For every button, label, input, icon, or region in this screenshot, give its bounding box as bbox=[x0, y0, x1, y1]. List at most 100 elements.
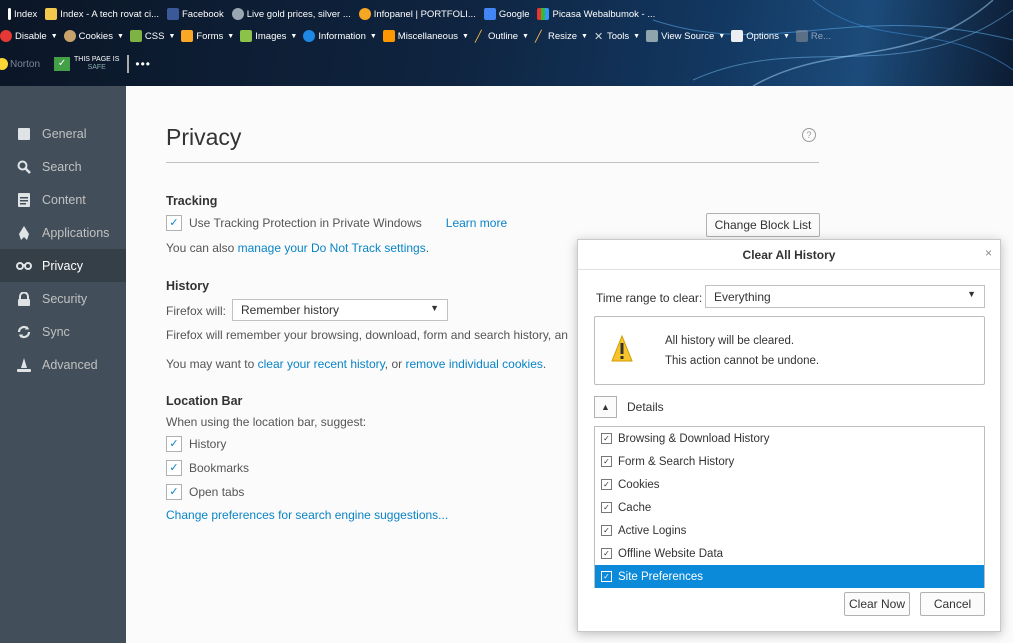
learn-more-link[interactable]: Learn more bbox=[446, 216, 507, 230]
browsing-history-checkbox[interactable]: ✓ bbox=[601, 433, 612, 444]
tracking-protection-checkbox[interactable]: ✓ bbox=[166, 215, 182, 231]
active-logins-checkbox[interactable]: ✓ bbox=[601, 525, 612, 536]
dev-information-menu[interactable]: Information ▼ bbox=[303, 30, 377, 42]
form-history-checkbox[interactable]: ✓ bbox=[601, 456, 612, 467]
bookmark-label: Index bbox=[14, 8, 38, 20]
menu-label: Information bbox=[318, 30, 366, 42]
sidebar-item-search[interactable]: Search bbox=[0, 150, 126, 183]
dev-cookies-menu[interactable]: Cookies ▼ bbox=[63, 30, 124, 42]
picasa-icon bbox=[537, 8, 550, 20]
sidebar-item-privacy[interactable]: Privacy bbox=[0, 249, 126, 282]
list-item-cookies[interactable]: ✓ Cookies bbox=[595, 473, 984, 496]
chevron-down-icon: ▼ bbox=[430, 303, 439, 313]
norton-logo[interactable]: Norton bbox=[0, 58, 40, 70]
cache-checkbox[interactable]: ✓ bbox=[601, 502, 612, 513]
sidebar-item-label: Content bbox=[42, 192, 86, 207]
sidebar-item-label: Search bbox=[42, 159, 82, 174]
more-options-icon[interactable]: ••• bbox=[135, 57, 151, 71]
site-preferences-checkbox[interactable]: ✓ bbox=[601, 571, 612, 582]
cancel-button[interactable]: Cancel bbox=[920, 592, 985, 616]
history-mode-select[interactable]: Remember history ▼ bbox=[232, 299, 448, 321]
time-range-label: Time range to clear: bbox=[596, 291, 703, 305]
history-mode-label: Firefox will: bbox=[166, 304, 227, 318]
dev-options-menu[interactable]: Options ▼ bbox=[731, 30, 790, 42]
sidebar-item-sync[interactable]: Sync bbox=[0, 315, 126, 348]
bookmark-index[interactable]: Index bbox=[8, 8, 37, 20]
list-item-offline-data[interactable]: ✓ Offline Website Data bbox=[595, 542, 984, 565]
menu-label: Cookies bbox=[78, 30, 113, 42]
warning-line1: All history will be cleared. bbox=[665, 335, 795, 347]
sidebar-item-applications[interactable]: Applications bbox=[0, 216, 126, 249]
menu-label: Outline bbox=[487, 30, 519, 42]
globe-icon bbox=[231, 8, 244, 20]
suggest-history-checkbox[interactable]: ✓ bbox=[166, 436, 182, 452]
details-toggle-button[interactable]: ▲ bbox=[594, 396, 617, 418]
sidebar-item-label: Advanced bbox=[42, 357, 98, 372]
remove-cookies-link[interactable]: remove individual cookies bbox=[405, 357, 542, 371]
bookmark-google[interactable]: Google bbox=[483, 8, 529, 20]
facebook-icon bbox=[167, 8, 179, 20]
sidebar-item-content[interactable]: Content bbox=[0, 183, 126, 216]
change-block-list-button[interactable]: Change Block List bbox=[706, 213, 820, 237]
suggest-open-tabs-row[interactable]: ✓ Open tabs bbox=[166, 484, 244, 500]
sidebar-item-advanced[interactable]: Advanced bbox=[0, 348, 126, 381]
chevron-down-icon: ▼ bbox=[967, 289, 976, 299]
dev-tools-menu[interactable]: ✕ Tools ▼ bbox=[594, 30, 640, 44]
dev-images-menu[interactable]: Images ▼ bbox=[240, 30, 297, 42]
dev-css-menu[interactable]: CSS ▼ bbox=[129, 30, 175, 42]
dev-outline-menu[interactable]: ╱ Outline ▼ bbox=[475, 30, 529, 44]
list-item-active-logins[interactable]: ✓ Active Logins bbox=[595, 519, 984, 542]
dev-miscellaneous-menu[interactable]: Miscellaneous ▼ bbox=[382, 30, 469, 42]
suggest-bookmarks-checkbox[interactable]: ✓ bbox=[166, 460, 182, 476]
bookmark-infopanel[interactable]: Infopanel | PORTFOLI... bbox=[358, 8, 476, 20]
sidebar-item-security[interactable]: Security bbox=[0, 282, 126, 315]
clear-now-button[interactable]: Clear Now bbox=[844, 592, 910, 616]
bookmark-gold-prices[interactable]: Live gold prices, silver ... bbox=[231, 8, 351, 20]
time-range-select[interactable]: Everything ▼ bbox=[705, 285, 985, 308]
history-description: Firefox will remember your browsing, dow… bbox=[166, 328, 568, 342]
dev-view-source-menu[interactable]: View Source ▼ bbox=[646, 30, 725, 42]
infopanel-icon bbox=[358, 8, 371, 20]
bookmarks-toolbar: Index Index - A tech rovat ci... Faceboo… bbox=[8, 4, 655, 24]
dnt-settings-link[interactable]: manage your Do Not Track settings bbox=[238, 241, 426, 255]
menu-label: Tools bbox=[606, 30, 630, 42]
list-item-form-history[interactable]: ✓ Form & Search History bbox=[595, 450, 984, 473]
list-item-site-preferences[interactable]: ✓ Site Preferences bbox=[595, 565, 984, 588]
bookmark-facebook[interactable]: Facebook bbox=[167, 8, 224, 20]
list-item-label: Browsing & Download History bbox=[618, 432, 770, 445]
toolbar-grip[interactable] bbox=[127, 55, 130, 73]
sidebar-item-general[interactable]: General bbox=[0, 117, 126, 150]
bookmark-picasa[interactable]: Picasa Webalbumok - ... bbox=[537, 8, 655, 20]
menu-label: Options bbox=[746, 30, 779, 42]
sidebar-item-label: General bbox=[42, 126, 87, 141]
general-icon bbox=[16, 126, 32, 142]
suggest-history-row[interactable]: ✓ History bbox=[166, 436, 226, 452]
offline-data-checkbox[interactable]: ✓ bbox=[601, 548, 612, 559]
sidebar-item-label: Privacy bbox=[42, 258, 83, 273]
suggest-bookmarks-row[interactable]: ✓ Bookmarks bbox=[166, 460, 249, 476]
list-item-browsing-history[interactable]: ✓ Browsing & Download History bbox=[595, 427, 984, 450]
dnt-suffix: . bbox=[425, 241, 430, 255]
safe-badge[interactable]: ✓ THIS PAGE IS SAFE bbox=[54, 56, 119, 72]
clear-history-dialog: Clear All History × Time range to clear:… bbox=[577, 239, 1001, 632]
dev-resize-menu[interactable]: ╱ Resize ▼ bbox=[535, 30, 588, 44]
dev-disable-menu[interactable]: Disable ▼ bbox=[0, 30, 58, 42]
search-engine-suggestions-link[interactable]: Change preferences for search engine sug… bbox=[166, 508, 448, 522]
images-icon bbox=[240, 30, 253, 42]
disable-icon bbox=[0, 30, 12, 42]
information-icon bbox=[303, 30, 316, 42]
suggest-open-tabs-checkbox[interactable]: ✓ bbox=[166, 484, 182, 500]
bookmark-label: Live gold prices, silver ... bbox=[246, 8, 351, 20]
location-bar-suggest-label: When using the location bar, suggest: bbox=[166, 415, 367, 429]
menu-label: CSS bbox=[144, 30, 165, 42]
miscellaneous-icon bbox=[382, 30, 395, 42]
list-item-cache[interactable]: ✓ Cache bbox=[595, 496, 984, 519]
bookmark-index-tech[interactable]: Index - A tech rovat ci... bbox=[45, 8, 159, 20]
close-icon[interactable]: × bbox=[985, 246, 992, 260]
cookies-checkbox[interactable]: ✓ bbox=[601, 479, 612, 490]
clear-recent-history-link[interactable]: clear your recent history bbox=[258, 357, 385, 371]
dev-more-menu[interactable]: Re... bbox=[795, 30, 831, 42]
bookmark-label: Infopanel | PORTFOLI... bbox=[373, 8, 476, 20]
dev-forms-menu[interactable]: Forms ▼ bbox=[181, 30, 234, 42]
help-icon[interactable]: ? bbox=[802, 128, 816, 142]
